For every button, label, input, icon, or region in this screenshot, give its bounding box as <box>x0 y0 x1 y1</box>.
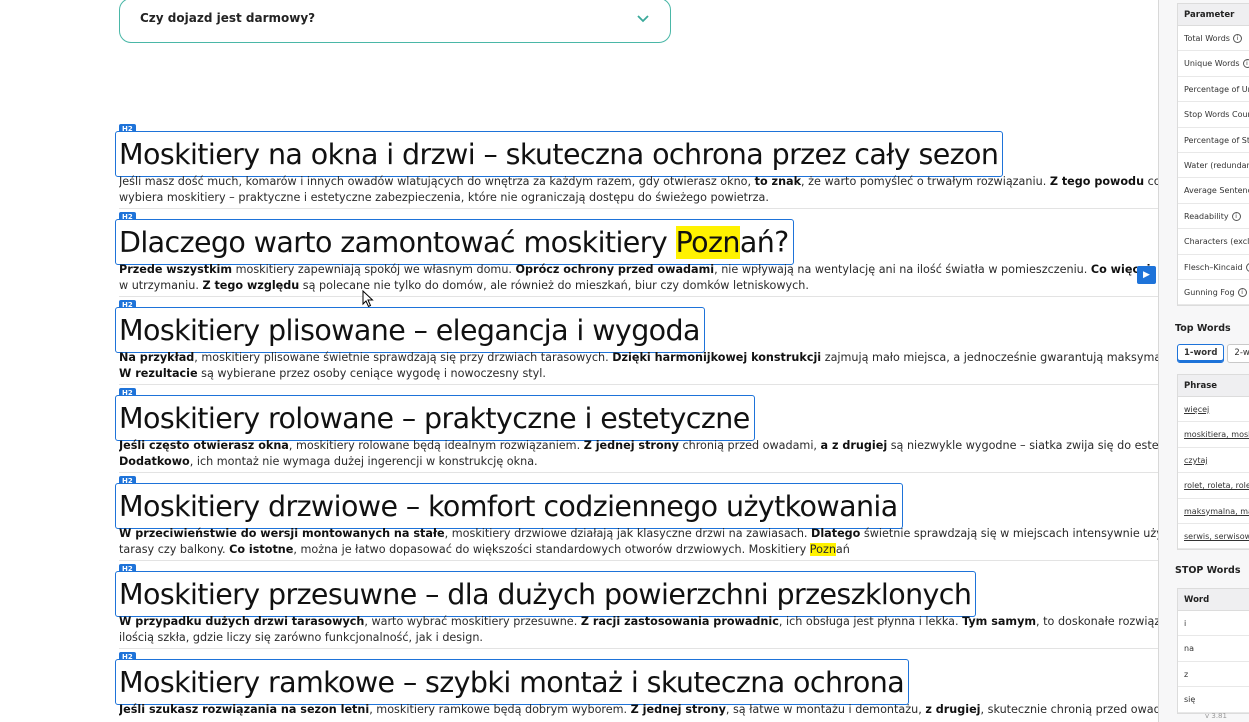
tab-1word[interactable]: 1-word <box>1177 344 1225 363</box>
paragraph-text: W przeciwieństwie do wersji montowanych … <box>119 527 1158 556</box>
faq-accordion-item[interactable]: Czy dojazd jest darmowy? <box>119 0 671 43</box>
h2-heading-text: Moskitiery drzwiowe – komfort codzienneg… <box>119 490 898 523</box>
phrase-link[interactable]: rolet, roleta, rolet <box>1178 473 1249 499</box>
info-icon[interactable]: i <box>1232 34 1242 43</box>
stop-word-row: się <box>1178 687 1249 713</box>
play-button[interactable]: ▶ <box>1137 266 1156 284</box>
info-icon[interactable]: i <box>1231 211 1241 221</box>
chevron-down-icon[interactable] <box>636 12 650 26</box>
stop-words-table: Word i na z się <box>1177 588 1249 714</box>
h2-heading-block[interactable]: Moskitiery plisowane – elegancja i wygod… <box>115 307 705 353</box>
parameter-row: Percentage of Un <box>1178 77 1249 103</box>
phrase-link[interactable]: moskitiera, moski <box>1178 422 1249 448</box>
stop-words-title: STOP Words <box>1175 565 1241 576</box>
paragraph-text: Jeśli masz dość much, komarów i innych o… <box>119 175 1158 204</box>
top-words-title: Top Words <box>1175 323 1231 334</box>
phrase-link[interactable]: maksymalna, mak <box>1178 499 1249 524</box>
h2-heading-block[interactable]: Moskitiery przesuwne – dla dużych powier… <box>115 571 977 617</box>
h2-heading-text: Moskitiery na okna i drzwi – skuteczna o… <box>119 138 999 171</box>
parameter-row: Readability i <box>1178 204 1249 230</box>
parameter-row: Gunning Fog i <box>1178 280 1249 306</box>
parameter-row: Flesch–Kincaidi <box>1178 255 1249 280</box>
paragraph-text: Jeśli często otwierasz okna, moskitiery … <box>119 439 1158 468</box>
parameter-row: Stop Words Coun <box>1178 102 1249 128</box>
paragraph-text: Przede wszystkim moskitiery zapewniają s… <box>119 263 1158 292</box>
parameter-row: Average Sentenc <box>1178 178 1249 204</box>
phrase-link[interactable]: serwis, serwisowe <box>1178 524 1249 550</box>
section-divider <box>119 384 1158 385</box>
seo-analysis-panel: Parameter Total Words i Unique Words i Perce… <box>1158 0 1249 722</box>
phrase-table: Phrase więcej moskitiera, moski czytaj role… <box>1177 374 1249 551</box>
parameter-column-header: Parameter <box>1178 4 1249 26</box>
h2-heading-block[interactable]: Moskitiery na okna i drzwi – skuteczna o… <box>115 131 1004 177</box>
h2-heading-text: Moskitiery rolowane – praktyczne i estet… <box>119 402 750 435</box>
keyword-highlight: Pozn <box>675 226 740 259</box>
h2-heading-block[interactable]: Dlaczego warto zamontować moskitiery Poz… <box>115 219 794 265</box>
h2-heading-block[interactable]: Moskitiery drzwiowe – komfort codzienneg… <box>115 483 903 529</box>
faq-question: Czy dojazd jest darmowy? <box>140 11 316 25</box>
parameter-row: Percentage of Sto <box>1178 128 1249 153</box>
h2-heading-text: Moskitiery ramkowe – szybki montaż i sku… <box>119 666 905 699</box>
info-icon[interactable]: i <box>1245 262 1249 272</box>
section-divider <box>119 296 1158 297</box>
parameter-row: Characters (exclu <box>1178 229 1249 255</box>
stop-word-row: i <box>1178 611 1249 637</box>
parameter-row: Total Words i <box>1178 26 1249 52</box>
phrase-link[interactable]: więcej <box>1178 397 1249 423</box>
phrase-link[interactable]: czytaj <box>1178 448 1249 474</box>
h2-heading-text: Moskitiery przesuwne – dla dużych powier… <box>119 578 972 611</box>
section-divider <box>119 648 1158 649</box>
info-icon[interactable]: i <box>1237 287 1247 297</box>
parameter-table: Parameter Total Words i Unique Words i Perce… <box>1177 3 1249 307</box>
paragraph-text: W przypadku dużych drzwi tarasowych, war… <box>119 615 1158 644</box>
section-divider <box>119 560 1158 561</box>
paragraph-text: Jeśli szukasz rozwiązania na sezon letni… <box>119 703 1158 716</box>
mouse-cursor-icon <box>362 290 374 308</box>
tab-2wor[interactable]: 2-wor <box>1227 344 1249 363</box>
editor-content: Czy dojazd jest darmowy? H2 Moskitiery na… <box>0 0 1158 722</box>
stop-word-row: z <box>1178 662 1249 688</box>
h2-heading-block[interactable]: Moskitiery rolowane – praktyczne i estet… <box>115 395 755 441</box>
h2-heading-block[interactable]: Moskitiery ramkowe – szybki montaż i sku… <box>115 659 910 705</box>
parameter-row: Unique Words i <box>1178 51 1249 77</box>
word-column-header: Word <box>1178 589 1249 611</box>
h2-heading-text: Moskitiery plisowane – elegancja i wygod… <box>119 314 700 347</box>
version-label: v 3.81 <box>1205 712 1227 720</box>
info-icon[interactable]: i <box>1242 59 1249 69</box>
top-words-tabs: 1-word2-wor <box>1177 344 1249 363</box>
section-divider <box>119 208 1158 209</box>
stop-word-row: na <box>1178 636 1249 662</box>
section-divider <box>119 472 1158 473</box>
h2-heading-text: Dlaczego warto zamontować moskitiery Poz… <box>119 226 789 259</box>
parameter-row: Water (redundan <box>1178 153 1249 179</box>
phrase-column-header: Phrase <box>1178 375 1249 397</box>
paragraph-text: Na przykład, moskitiery plisowane świetn… <box>119 351 1158 380</box>
